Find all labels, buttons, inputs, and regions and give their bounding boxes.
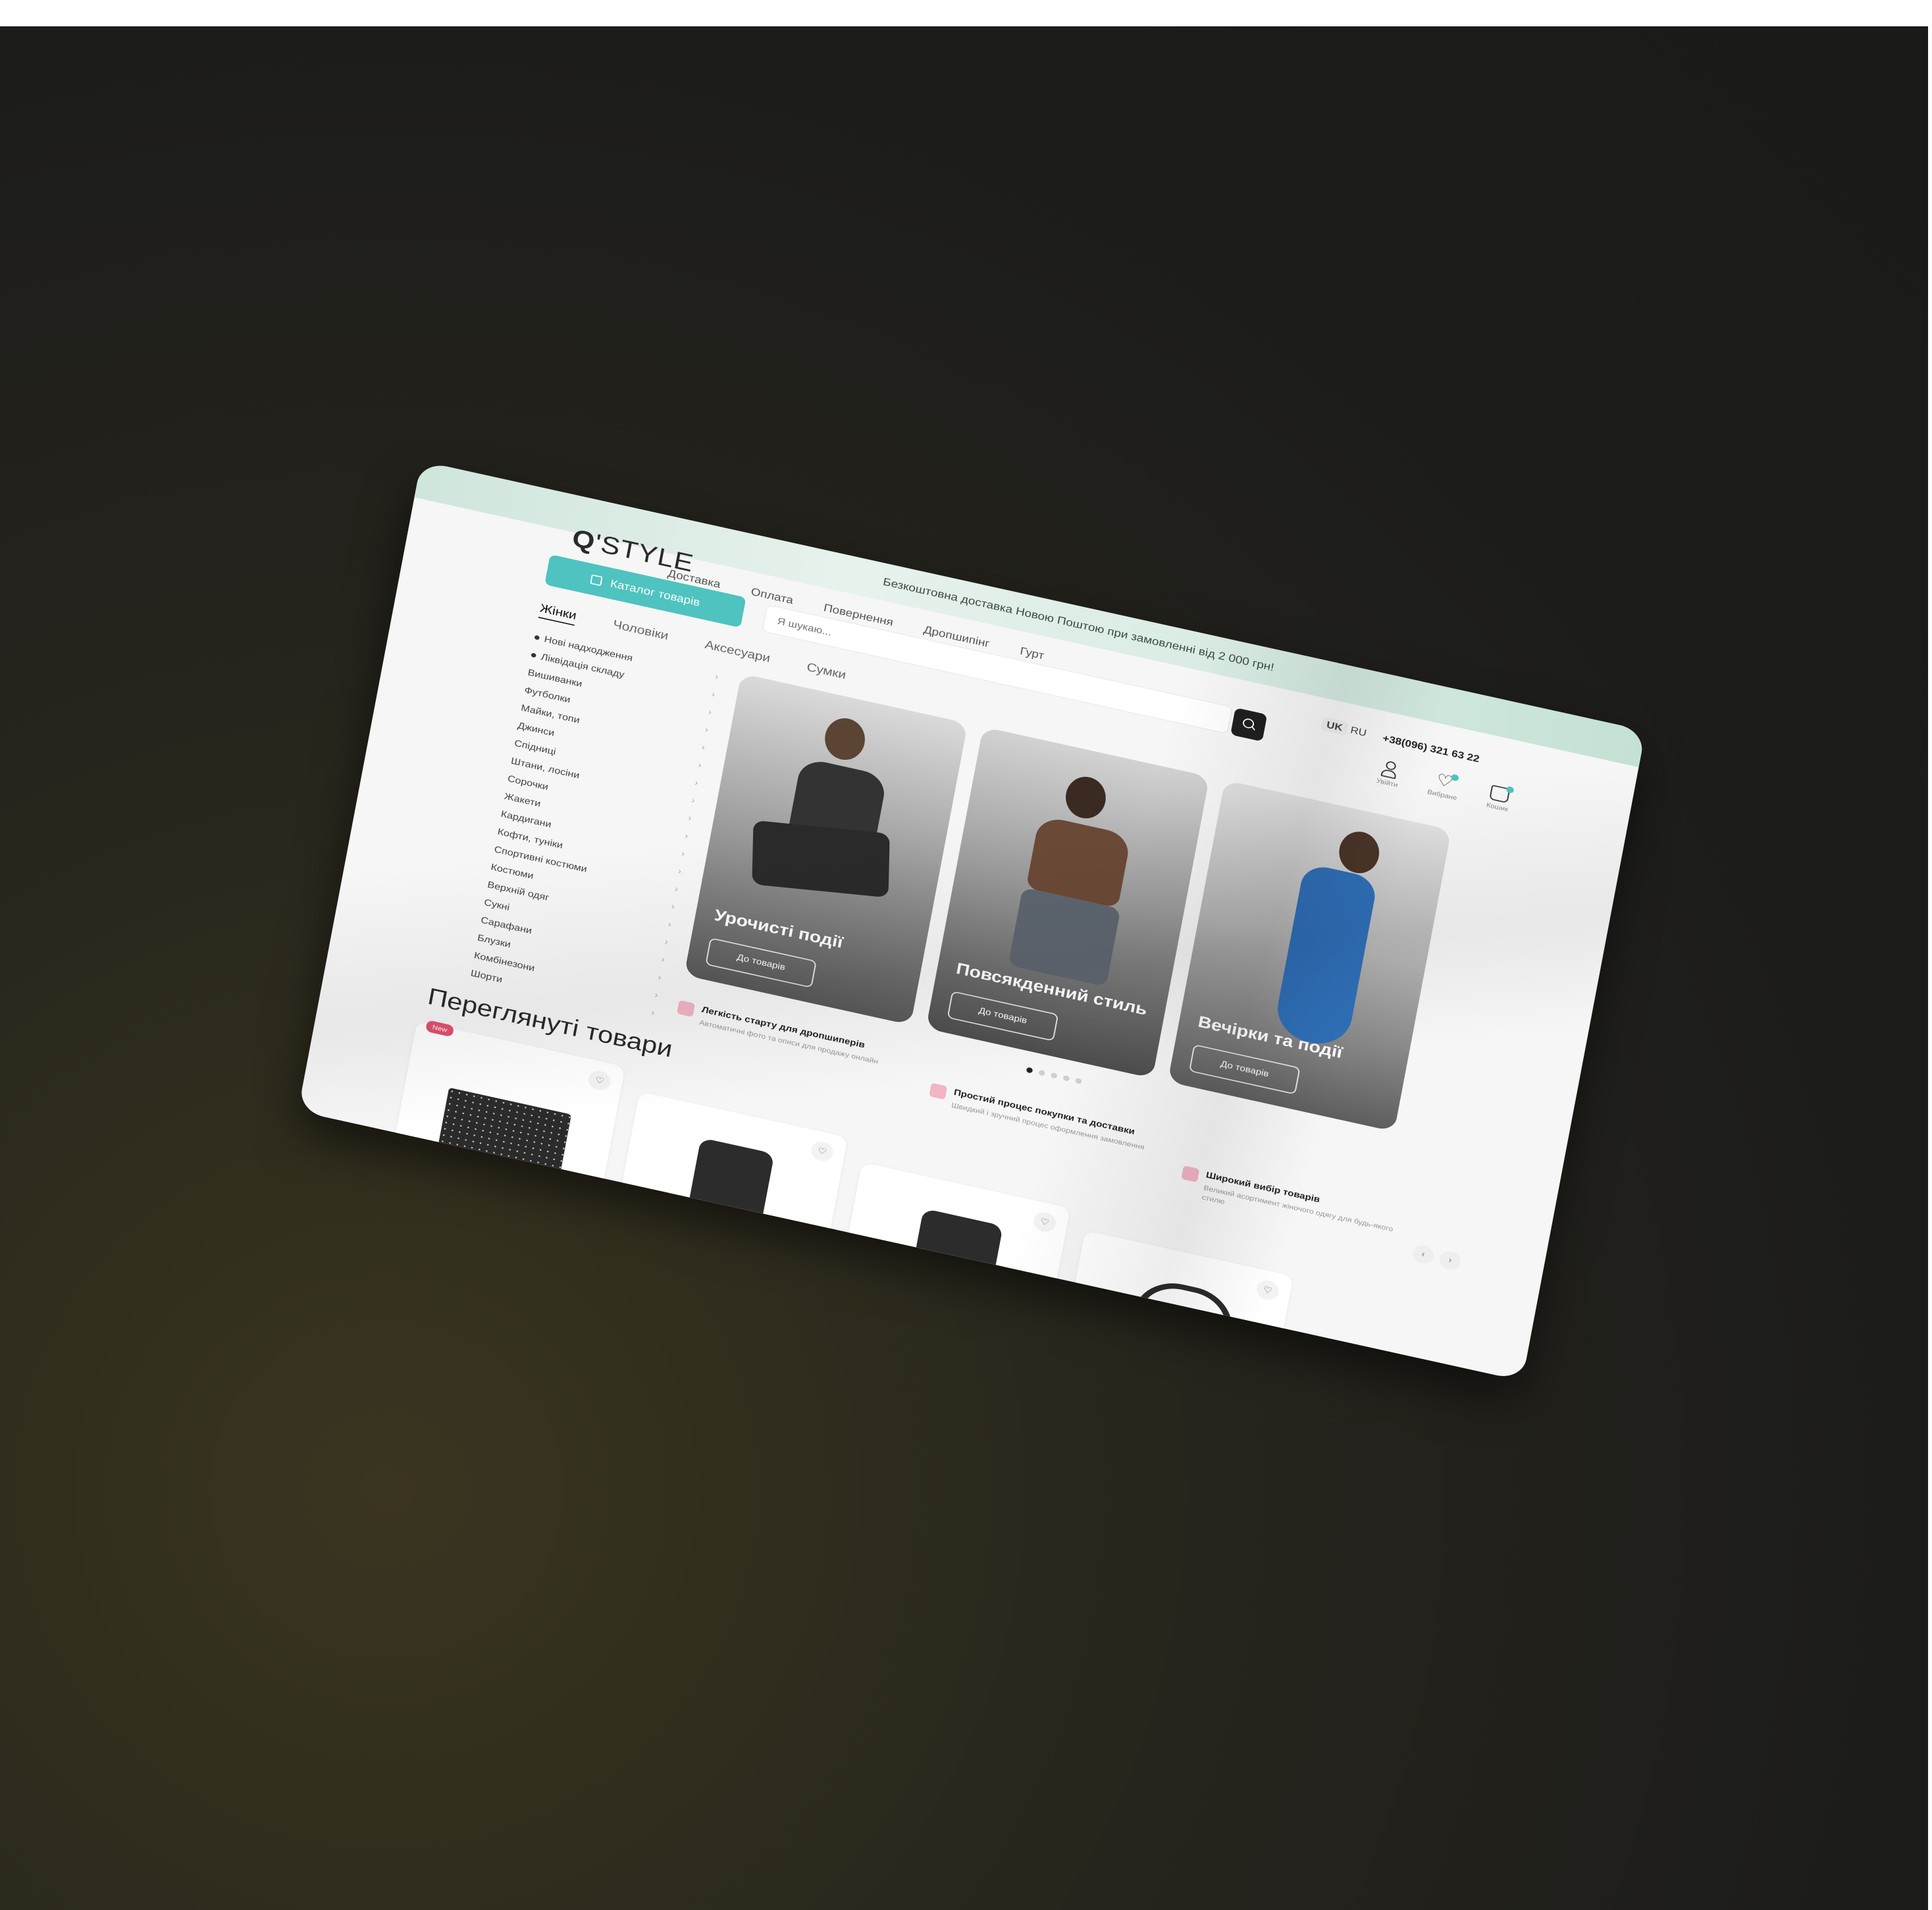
- hero-card-parties[interactable]: Вечірки та події До товарів: [1167, 780, 1451, 1132]
- product-card[interactable]: ♡: [1055, 1230, 1293, 1381]
- chevron-right-icon: ›: [673, 884, 679, 894]
- model-photo: [684, 674, 968, 1025]
- feature-icon: [929, 1082, 948, 1100]
- chevron-right-icon: ›: [714, 672, 719, 682]
- chevron-right-icon: ›: [707, 707, 713, 718]
- chevron-right-icon: ›: [670, 902, 676, 912]
- carousel-dots: [1026, 1067, 1082, 1084]
- chevron-right-icon: ›: [710, 689, 716, 700]
- chevron-right-icon: ›: [683, 831, 689, 841]
- chevron-right-icon: ›: [660, 955, 666, 965]
- hero-card-casual[interactable]: Повсякденний стиль До товарів: [926, 726, 1210, 1078]
- favorite-heart-icon[interactable]: ♡: [809, 1139, 835, 1163]
- feature-purchase: Простий процес покупки та доставки Швидк…: [927, 1082, 1164, 1156]
- viewed-pager: ‹ ›: [1411, 1243, 1463, 1272]
- phone-number[interactable]: +38(096) 321 63 22: [1382, 733, 1480, 765]
- nav-payment[interactable]: Оплата: [750, 586, 794, 607]
- product-card[interactable]: ♡: [610, 1091, 848, 1294]
- product-image: [1126, 1275, 1239, 1375]
- nav-wholesale[interactable]: Гурт: [1019, 645, 1045, 662]
- hero-card-formal[interactable]: Урочисті події До товарів: [684, 673, 968, 1025]
- search-icon-handle: [1251, 726, 1255, 731]
- dot-icon: [534, 635, 540, 641]
- wishlist-button[interactable]: ♡ Вибране: [1420, 769, 1467, 803]
- feature-assortment: Широкий вибір товарів Великий асортимент…: [1178, 1165, 1416, 1248]
- product-image: [679, 1137, 775, 1269]
- chevron-right-icon: ›: [697, 760, 702, 770]
- carousel-dot[interactable]: [1026, 1067, 1033, 1074]
- chevron-right-icon: ›: [654, 990, 659, 1000]
- new-badge: New: [425, 1019, 455, 1038]
- carousel-dot[interactable]: [1075, 1077, 1082, 1084]
- chevron-right-icon: ›: [657, 972, 662, 982]
- product-image: [902, 1208, 1003, 1340]
- chevron-right-icon: ›: [667, 919, 672, 930]
- tab-men[interactable]: Чоловіки: [612, 617, 670, 646]
- account-button[interactable]: Увійти: [1365, 756, 1413, 791]
- feature-icon: [1181, 1165, 1200, 1182]
- chevron-left-icon[interactable]: ‹: [1411, 1243, 1436, 1266]
- favorite-heart-icon[interactable]: ♡: [1255, 1278, 1281, 1302]
- carousel-dot[interactable]: [1050, 1072, 1058, 1079]
- lang-ru[interactable]: RU: [1349, 724, 1367, 738]
- tab-accessories[interactable]: Аксесуари: [703, 637, 771, 668]
- chevron-right-icon: ›: [691, 795, 696, 806]
- cart-button[interactable]: Кошик: [1475, 781, 1523, 815]
- chevron-right-icon: ›: [704, 725, 710, 735]
- product-card[interactable]: New ♡: [387, 1019, 625, 1223]
- search-button[interactable]: [1230, 707, 1268, 742]
- language-switcher: UK RU: [1320, 716, 1367, 739]
- chevron-right-icon: ›: [680, 849, 686, 859]
- carousel-dot[interactable]: [1062, 1074, 1070, 1082]
- product-image: [437, 1087, 572, 1177]
- chevron-right-icon[interactable]: ›: [1438, 1249, 1463, 1272]
- category-sidebar: Нові надходження › Ліквідація складу › Виш…: [469, 628, 720, 1022]
- dot-icon: [531, 652, 536, 658]
- product-card[interactable]: ♡: [832, 1162, 1070, 1365]
- favorite-heart-icon[interactable]: ♡: [1031, 1210, 1058, 1234]
- lang-uk[interactable]: UK: [1320, 716, 1349, 736]
- model-photo: [926, 727, 1210, 1078]
- feature-icon: [677, 999, 696, 1017]
- chevron-right-icon: ›: [687, 813, 692, 824]
- model-photo: [1168, 780, 1451, 1132]
- favorite-heart-icon[interactable]: ♡: [587, 1069, 613, 1093]
- mockup-scene: Безкоштовна доставка Новою Поштою при за…: [0, 0, 1932, 1910]
- chevron-right-icon: ›: [664, 937, 669, 947]
- tab-bags[interactable]: Сумки: [805, 660, 847, 685]
- user-icon: [1381, 760, 1399, 779]
- chevron-right-icon: ›: [650, 1008, 656, 1018]
- chevron-right-icon: ›: [694, 778, 699, 788]
- grid-icon: [590, 574, 603, 587]
- carousel-dot[interactable]: [1038, 1069, 1045, 1076]
- chevron-right-icon: ›: [700, 743, 706, 753]
- chevron-right-icon: ›: [677, 866, 683, 876]
- website-print-sheet: Безкоштовна доставка Новою Поштою при за…: [298, 461, 1646, 1381]
- tab-women[interactable]: Жінки: [538, 601, 578, 626]
